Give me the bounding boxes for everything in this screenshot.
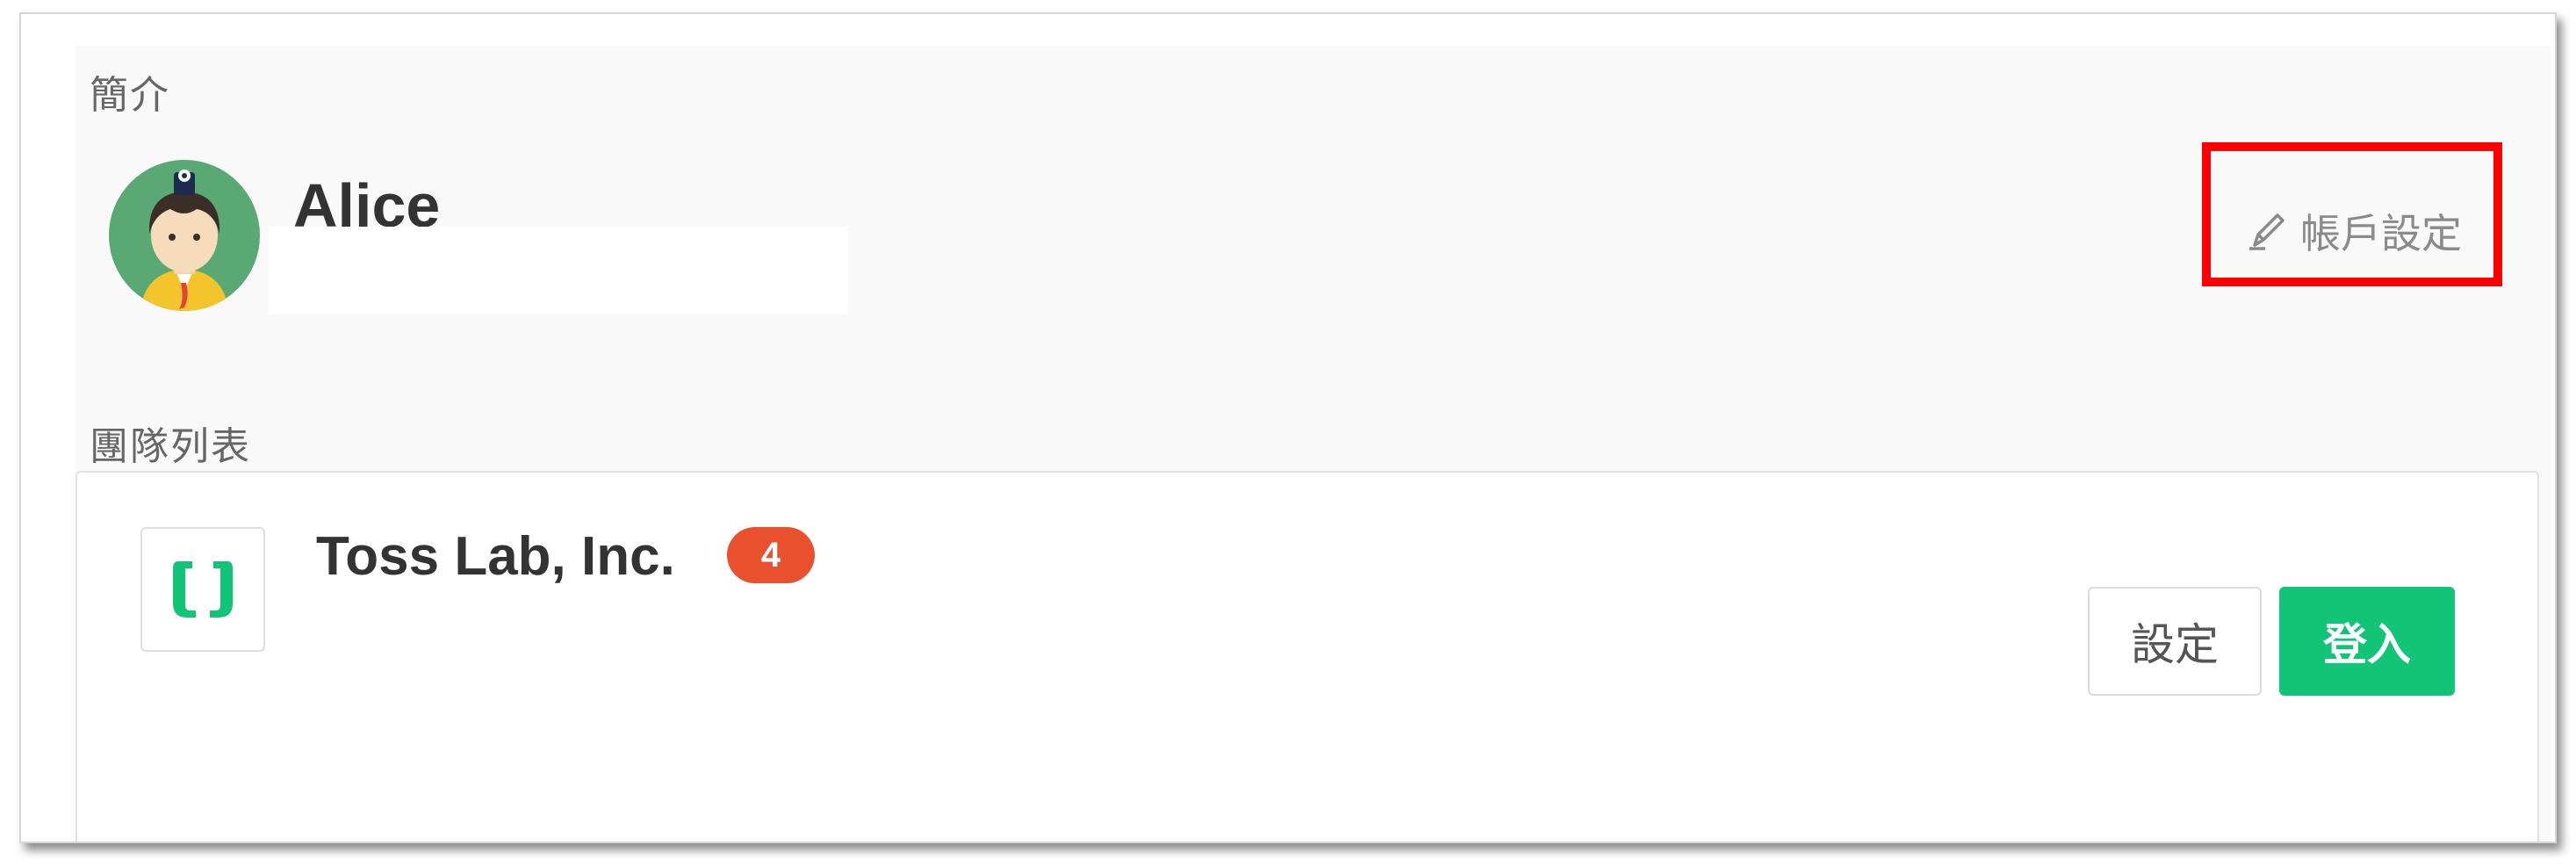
- team-login-button[interactable]: 登入: [2279, 587, 2455, 696]
- avatar-illustration-icon: [109, 160, 260, 311]
- team-name: Toss Lab, Inc.: [316, 526, 675, 587]
- team-card: Toss Lab, Inc. 4 設定 登入: [76, 471, 2539, 842]
- team-logo: [140, 527, 265, 652]
- notification-badge: 4: [727, 527, 815, 583]
- avatar[interactable]: [109, 160, 260, 311]
- profile-section-label: 簡介: [90, 74, 170, 117]
- team-settings-button[interactable]: 設定: [2088, 587, 2262, 696]
- jandi-logo-icon: [173, 561, 233, 618]
- teams-section-label: 團隊列表: [90, 425, 251, 468]
- redacted-email: [269, 227, 848, 314]
- highlight-annotation: [2202, 142, 2502, 286]
- window-frame: 簡介 Alice 帳戶設定 團隊列表 Toss Lab, Inc. 4 設定 登…: [19, 12, 2557, 843]
